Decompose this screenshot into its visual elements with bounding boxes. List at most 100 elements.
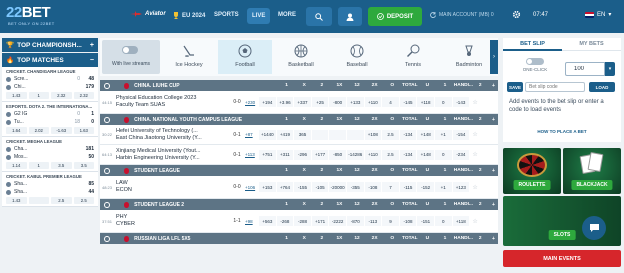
- league-header[interactable]: CHINA. LIUHE CUP 1 X 2 1X 12 2X O TOTAL U 1 HANDI.…: [100, 80, 498, 91]
- event-row[interactable]: 44:15 Physical Education College 2023 Fa…: [100, 91, 498, 114]
- more-markets-link[interactable]: +98: [245, 219, 259, 224]
- odds-button[interactable]: 1.14: [6, 162, 27, 169]
- odds-cell[interactable]: +1: [434, 129, 453, 140]
- league-header[interactable]: STUDENT LEAGUE 1 X 2 1X 12 2X O TOTAL U 1 HANDI...…: [100, 165, 498, 176]
- logo[interactable]: 22BET BET ONLY ON 22BET: [6, 4, 66, 30]
- odds-cell[interactable]: -2222: [329, 216, 347, 226]
- event-row[interactable]: 64:13 Xinjiang Medical University (Yout.…: [100, 145, 498, 165]
- odds-cell[interactable]: [346, 129, 365, 140]
- odds-cell[interactable]: -14286: [346, 149, 365, 160]
- slots-button[interactable]: SLOTS: [548, 230, 576, 240]
- odds-cell[interactable]: +764: [276, 182, 295, 192]
- favorite-star-icon[interactable]: ☆: [470, 184, 480, 191]
- odds-button[interactable]: [28, 197, 49, 204]
- sport-tennis[interactable]: Tennis: [386, 40, 440, 74]
- top-match-card[interactable]: CRICKET. KABUL PREMIER LEAGUE Sha... 85 …: [2, 172, 98, 207]
- deposit-button[interactable]: DEPOSIT: [368, 7, 422, 26]
- top-match-card[interactable]: ESPORTS. DOTA 2. THE INTERNATIONA... G2 …: [2, 102, 98, 137]
- favorite-star-icon[interactable]: ☆: [470, 131, 480, 138]
- stake-selector[interactable]: ▾: [565, 62, 615, 76]
- sports-scroll-right[interactable]: ›: [490, 40, 498, 74]
- odds-cell[interactable]: [311, 129, 330, 140]
- odds-cell[interactable]: +1: [434, 182, 453, 192]
- odds-cell[interactable]: +25: [311, 97, 330, 107]
- odds-cell[interactable]: +108: [364, 129, 383, 140]
- odds-cell[interactable]: +337: [294, 97, 312, 107]
- event-teams[interactable]: Hefei University of Technology (... East…: [114, 128, 229, 142]
- odds-cell[interactable]: -268: [276, 216, 295, 226]
- odds-button[interactable]: 2.5: [73, 197, 94, 204]
- odds-cell[interactable]: -143: [452, 97, 471, 107]
- tab-bet-slip[interactable]: BET SLIP: [503, 38, 562, 51]
- odds-cell[interactable]: +110: [364, 97, 383, 107]
- save-button[interactable]: SAVE: [507, 82, 523, 92]
- odds-cell[interactable]: 0: [434, 149, 453, 160]
- odds-button[interactable]: -1.63: [51, 127, 72, 134]
- odds-cell[interactable]: -108: [399, 216, 418, 226]
- odds-cell[interactable]: -850: [329, 149, 347, 160]
- nav-aviator[interactable]: Aviator: [130, 11, 166, 17]
- odds-cell[interactable]: +118: [452, 216, 471, 226]
- odds-button[interactable]: 3.5: [51, 162, 72, 169]
- odds-cell[interactable]: 365: [294, 129, 312, 140]
- one-click-toggle[interactable]: ONE-CLICK: [507, 58, 563, 72]
- more-markets-link[interactable]: +106: [245, 185, 259, 190]
- odds-cell[interactable]: -154: [452, 129, 471, 140]
- roulette-promo[interactable]: ROULETTE: [503, 148, 561, 194]
- odds-button[interactable]: 3.5: [73, 162, 94, 169]
- chat-button[interactable]: [582, 216, 606, 240]
- league-header[interactable]: RUSSIAN LIGA LFL 5X5 1 X 2 1X 12 2X O TOTAL U 1 HA…: [100, 233, 498, 244]
- one-click-switch[interactable]: [526, 58, 544, 65]
- odds-cell[interactable]: -800: [329, 97, 347, 107]
- odds-button[interactable]: 1: [28, 162, 49, 169]
- odds-cell[interactable]: -113: [364, 216, 383, 226]
- odds-cell[interactable]: +563: [259, 216, 277, 226]
- more-markets-link[interactable]: +113: [245, 152, 259, 157]
- odds-cell[interactable]: +123: [452, 182, 471, 192]
- tab-my-bets[interactable]: MY BETS: [562, 38, 621, 51]
- odds-cell[interactable]: -145: [399, 97, 418, 107]
- odds-cell[interactable]: +419: [276, 129, 295, 140]
- nav-sports[interactable]: SPORTS: [214, 12, 239, 18]
- odds-cell[interactable]: 2.5: [382, 129, 400, 140]
- live-streams-toggle[interactable]: [122, 46, 138, 54]
- load-button[interactable]: LOAD: [589, 82, 615, 92]
- add-icon[interactable]: +: [489, 236, 498, 242]
- odds-button[interactable]: 1.43: [6, 92, 27, 99]
- odds-cell[interactable]: +311: [276, 149, 295, 160]
- language-selector[interactable]: EN ▾: [585, 11, 611, 18]
- how-to-bet-link[interactable]: HOW TO PLACE A BET: [503, 129, 621, 134]
- favorite-star-icon[interactable]: ☆: [470, 218, 480, 225]
- odds-cell[interactable]: +194: [259, 97, 277, 107]
- odds-cell[interactable]: +3.96: [276, 97, 295, 107]
- league-header[interactable]: CHINA. NATIONAL YOUTH CAMPUS LEAGUE 1X21…: [100, 114, 498, 125]
- odds-cell[interactable]: -355: [346, 182, 365, 192]
- odds-button[interactable]: 1: [28, 92, 49, 99]
- odds-cell[interactable]: 2.5: [382, 149, 400, 160]
- odds-cell[interactable]: 0: [434, 97, 453, 107]
- odds-cell[interactable]: 7: [382, 182, 400, 192]
- user-button[interactable]: [338, 7, 362, 26]
- sport-baseball[interactable]: Baseball: [330, 40, 384, 74]
- odds-cell[interactable]: +118: [417, 97, 435, 107]
- odds-button[interactable]: 2.5: [51, 197, 72, 204]
- odds-cell[interactable]: -134: [399, 149, 418, 160]
- odds-cell[interactable]: 9: [382, 216, 400, 226]
- event-teams[interactable]: LAW ECON: [114, 180, 229, 194]
- bet-slip-code-input[interactable]: [525, 82, 585, 92]
- odds-button[interactable]: 1.64: [6, 127, 27, 134]
- top-matches-header[interactable]: 🔥 TOP MATCHES −: [2, 53, 98, 67]
- add-icon[interactable]: +: [489, 83, 498, 89]
- more-markets-link[interactable]: +87: [245, 132, 259, 137]
- blackjack-promo[interactable]: BLACKJACK: [563, 148, 621, 194]
- odds-cell[interactable]: -108: [364, 182, 383, 192]
- blackjack-button[interactable]: BLACKJACK: [571, 180, 613, 190]
- odds-cell[interactable]: -234: [452, 149, 471, 160]
- main-account[interactable]: MAIN ACCOUNT (MB) 0: [430, 12, 494, 18]
- odds-cell[interactable]: -134: [399, 129, 418, 140]
- odds-button[interactable]: 2.02: [28, 127, 49, 134]
- odds-cell[interactable]: -296: [294, 149, 312, 160]
- odds-cell[interactable]: -105: [311, 182, 330, 192]
- odds-cell[interactable]: -20000: [329, 182, 347, 192]
- odds-cell[interactable]: -155: [294, 182, 312, 192]
